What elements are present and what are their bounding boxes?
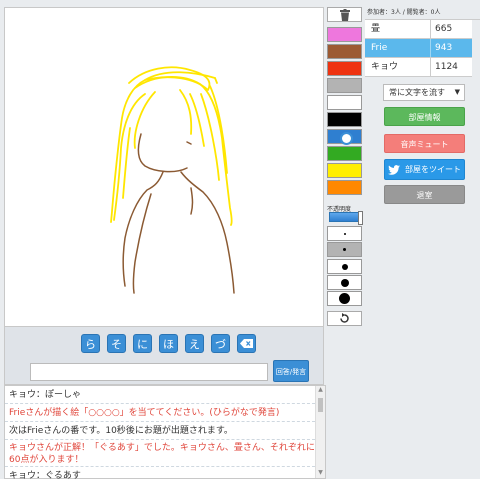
color-swatch[interactable]	[327, 112, 362, 127]
trash-icon	[339, 8, 350, 21]
player-row: キョウ 1124	[365, 58, 480, 77]
brush-size-5[interactable]	[327, 291, 362, 306]
chat-line: Frieさんが描く絵「○○○○」を当ててください。(ひらがなで発言)	[5, 404, 315, 422]
chat-line: キョウさんが正解！「ぐるあす」でした。キョウさん、畳さん、それぞれに60点が入り…	[5, 440, 315, 467]
tweet-room-label: 部屋をツイート	[405, 165, 461, 174]
backspace-button[interactable]	[237, 334, 256, 353]
opacity-slider[interactable]	[329, 211, 363, 225]
scroll-thumb[interactable]	[318, 398, 323, 412]
color-swatch[interactable]	[327, 163, 362, 178]
scroll-up-icon[interactable]: ▲	[316, 386, 325, 395]
player-list: 畳 665 Frie 943 キョウ 1124	[365, 19, 480, 77]
color-swatch[interactable]	[327, 129, 362, 145]
hint-key[interactable]: ら	[81, 334, 100, 353]
player-row: 畳 665	[365, 20, 480, 39]
answer-panel: ら そ に ほ え づ 回答/発言	[4, 327, 324, 385]
hint-key[interactable]: ほ	[159, 334, 178, 353]
brush-size-3[interactable]	[327, 259, 362, 274]
player-list-scrollbar[interactable]	[472, 20, 480, 78]
player-name: Frie	[365, 39, 431, 57]
color-swatch[interactable]	[327, 27, 362, 42]
backspace-icon	[240, 339, 253, 348]
room-info-button[interactable]: 部屋情報	[384, 107, 465, 126]
clear-canvas-button[interactable]	[327, 7, 362, 22]
player-name: キョウ	[365, 58, 431, 76]
hint-key[interactable]: に	[133, 334, 152, 353]
chat-line: キョウ：ぽーしゃ	[5, 386, 315, 404]
color-swatch[interactable]	[327, 44, 362, 59]
undo-button[interactable]	[327, 311, 362, 326]
twitter-icon	[388, 164, 400, 175]
hint-key[interactable]: そ	[107, 334, 126, 353]
right-panel: 参加者：3人 / 閲覧者：0人 畳 665 Frie 943 キョウ 1124 …	[365, 7, 480, 204]
color-swatch[interactable]	[327, 180, 362, 195]
player-name: 畳	[365, 20, 431, 38]
hint-keyboard: ら そ に ほ え づ	[81, 334, 256, 353]
answer-input[interactable]	[30, 363, 268, 381]
hint-key[interactable]: え	[185, 334, 204, 353]
chat-log: キョウ：ぽーしゃ Frieさんが描く絵「○○○○」を当ててください。(ひらがなで…	[4, 385, 326, 479]
sketch-drawing	[110, 66, 235, 294]
color-swatch[interactable]	[327, 78, 362, 93]
color-swatch[interactable]	[327, 61, 362, 76]
chevron-down-icon: ▼	[454, 88, 460, 96]
chat-line: キョウ：ぐるあす	[5, 467, 315, 479]
player-row-drawing: Frie 943	[365, 39, 480, 58]
color-swatch[interactable]	[327, 146, 362, 161]
drawing-canvas[interactable]	[4, 7, 324, 327]
exit-room-button[interactable]: 退室	[384, 185, 465, 204]
brush-size-1[interactable]	[327, 226, 362, 241]
undo-icon	[340, 313, 349, 323]
answer-submit-button[interactable]: 回答/発言	[273, 360, 309, 382]
tweet-room-button[interactable]: 部屋をツイート	[384, 159, 465, 180]
chat-mode-value: 常に文字を流す	[389, 88, 445, 97]
brush-size-4[interactable]	[327, 275, 362, 290]
participant-counts: 参加者：3人 / 閲覧者：0人	[367, 9, 441, 16]
opacity-slider-knob[interactable]	[358, 211, 363, 225]
chat-line: 次はFrieさんの番です。10秒後にお題が出題されます。	[5, 422, 315, 440]
chat-scrollbar[interactable]: ▲ ▼	[315, 386, 325, 478]
mute-button[interactable]: 音声ミュート	[384, 134, 465, 153]
hint-key[interactable]: づ	[211, 334, 230, 353]
scroll-down-icon[interactable]: ▼	[316, 469, 325, 478]
color-swatch[interactable]	[327, 95, 362, 110]
brush-size-2[interactable]	[327, 242, 362, 257]
chat-mode-select[interactable]: 常に文字を流す ▼	[383, 84, 465, 101]
